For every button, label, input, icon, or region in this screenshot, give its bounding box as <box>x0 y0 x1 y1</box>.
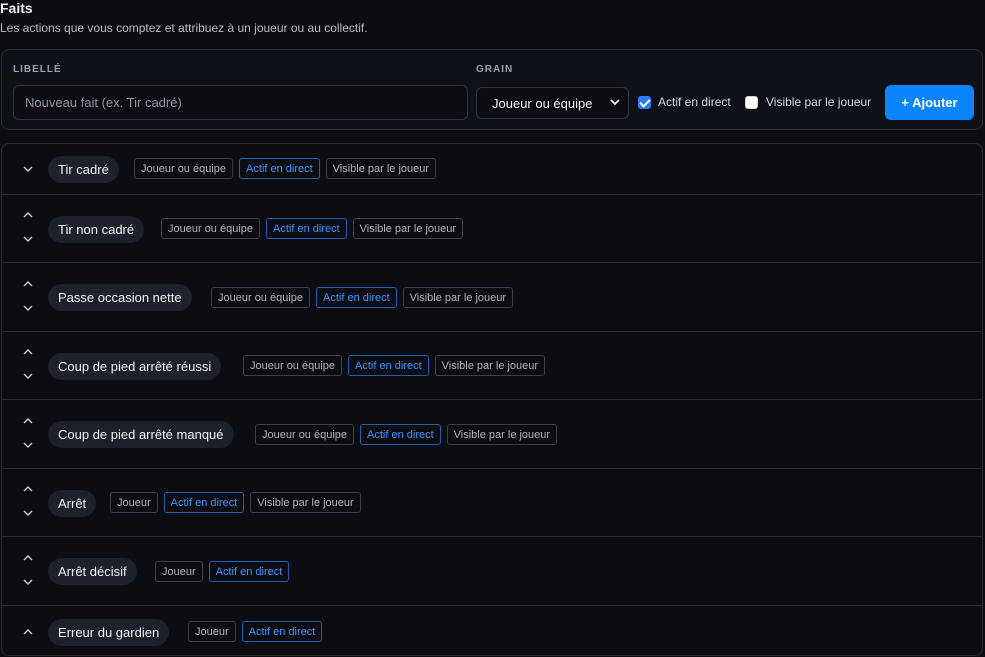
fact-name[interactable]: Passe occasion nette <box>48 284 192 311</box>
fact-name[interactable]: Arrêt <box>48 490 97 517</box>
fact-row: Passe occasion nette Joueur ou équipe Acti… <box>2 262 982 331</box>
fact-row: Erreur du gardien Joueur Actif en direct <box>2 605 982 655</box>
move-down-icon[interactable] <box>20 370 36 382</box>
fact-tag: Visible par le joueur <box>446 424 558 445</box>
move-up-icon[interactable] <box>20 209 36 221</box>
move-up-icon[interactable] <box>20 278 36 290</box>
move-up-icon[interactable] <box>20 552 36 564</box>
fact-tag: Joueur ou équipe <box>211 287 311 308</box>
fact-tags: Joueur ou équipe Actif en direct Visible p… <box>161 218 464 239</box>
fact-tag: Joueur ou équipe <box>161 218 261 239</box>
fact-name[interactable]: Arrêt décisif <box>48 558 137 585</box>
fact-row: Tir cadré Joueur ou équipe Actif en direct… <box>2 144 982 194</box>
fact-row: Arrêt Joueur Actif en direct Visible par le… <box>2 468 982 536</box>
fact-tags: Joueur ou équipe Actif en direct Visible p… <box>134 158 437 179</box>
actif-checkbox-label[interactable]: Actif en direct <box>658 95 731 109</box>
live-tag: Actif en direct <box>316 287 397 308</box>
fact-tags: Joueur ou équipe Actif en direct Visible p… <box>211 287 514 308</box>
move-down-icon[interactable] <box>20 439 36 451</box>
move-down-icon[interactable] <box>20 576 36 588</box>
fact-tag: Visible par le joueur <box>352 218 464 239</box>
fact-row: Arrêt décisif Joueur Actif en direct <box>2 536 982 605</box>
fact-row: Coup de pied arrêté réussi Joueur ou équi… <box>2 331 982 399</box>
fact-tag: Joueur <box>155 561 203 582</box>
move-up-icon[interactable] <box>20 346 36 358</box>
fact-tags: Joueur ou équipe Actif en direct Visible p… <box>255 424 558 445</box>
fact-tag: Joueur <box>110 492 158 513</box>
visible-checkbox-label[interactable]: Visible par le joueur <box>766 95 871 109</box>
page-subtitle: Les actions que vous comptez et attribue… <box>0 21 368 35</box>
fact-tags: Joueur Actif en direct <box>188 621 323 642</box>
actif-checkbox[interactable] <box>638 96 651 109</box>
move-down-icon[interactable] <box>20 163 36 175</box>
visible-checkbox[interactable] <box>745 96 758 109</box>
fact-name[interactable]: Tir non cadré <box>48 216 145 243</box>
fact-tag: Visible par le joueur <box>250 492 361 513</box>
move-up-icon[interactable] <box>20 415 36 427</box>
fact-name[interactable]: Tir cadré <box>48 156 119 183</box>
move-down-icon[interactable] <box>20 507 36 519</box>
libelle-input[interactable] <box>13 85 468 120</box>
fact-row: Coup de pied arrêté manqué Joueur ou équi… <box>2 399 982 468</box>
move-down-icon[interactable] <box>20 302 36 314</box>
fact-tags: Joueur ou équipe Actif en direct Visible p… <box>243 355 546 376</box>
chevron-down-icon <box>610 98 620 109</box>
live-tag: Actif en direct <box>239 158 320 179</box>
fact-name[interactable]: Coup de pied arrêté réussi <box>48 353 222 380</box>
libelle-label: LIBELLÉ <box>13 64 62 75</box>
fact-tags: Joueur Actif en direct <box>155 561 290 582</box>
live-tag: Actif en direct <box>266 218 347 239</box>
live-tag: Actif en direct <box>163 492 245 513</box>
move-down-icon[interactable] <box>20 233 36 245</box>
fact-tag: Joueur ou équipe <box>255 424 355 445</box>
live-tag: Actif en direct <box>208 561 290 582</box>
page-title: Faits <box>0 0 33 16</box>
fact-tag: Joueur <box>188 621 236 642</box>
fact-row: Tir non cadré Joueur ou équipe Actif en di… <box>2 194 982 262</box>
fact-tag: Visible par le joueur <box>325 158 437 179</box>
grain-label: GRAIN <box>476 64 514 75</box>
fact-name[interactable]: Coup de pied arrêté manqué <box>48 421 234 448</box>
fact-tag: Visible par le joueur <box>402 287 514 308</box>
fact-name[interactable]: Erreur du gardien <box>48 619 170 646</box>
fact-tag: Joueur ou équipe <box>134 158 234 179</box>
grain-select[interactable]: Joueur ou équipe <box>476 87 629 119</box>
move-up-icon[interactable] <box>20 483 36 495</box>
fact-tag: Joueur ou équipe <box>243 355 343 376</box>
add-button[interactable]: + Ajouter <box>885 85 974 120</box>
live-tag: Actif en direct <box>360 424 441 445</box>
fact-tag: Visible par le joueur <box>434 355 546 376</box>
grain-select-value: Joueur ou équipe <box>492 95 593 111</box>
new-fact-form: LIBELLÉ GRAIN Joueur ou équipe Actif en … <box>1 49 983 130</box>
move-up-icon[interactable] <box>20 626 36 638</box>
live-tag: Actif en direct <box>241 621 323 642</box>
live-tag: Actif en direct <box>348 355 429 376</box>
fact-tags: Joueur Actif en direct Visible par le joue… <box>110 492 361 513</box>
facts-list: Tir cadré Joueur ou équipe Actif en direct… <box>1 143 983 656</box>
